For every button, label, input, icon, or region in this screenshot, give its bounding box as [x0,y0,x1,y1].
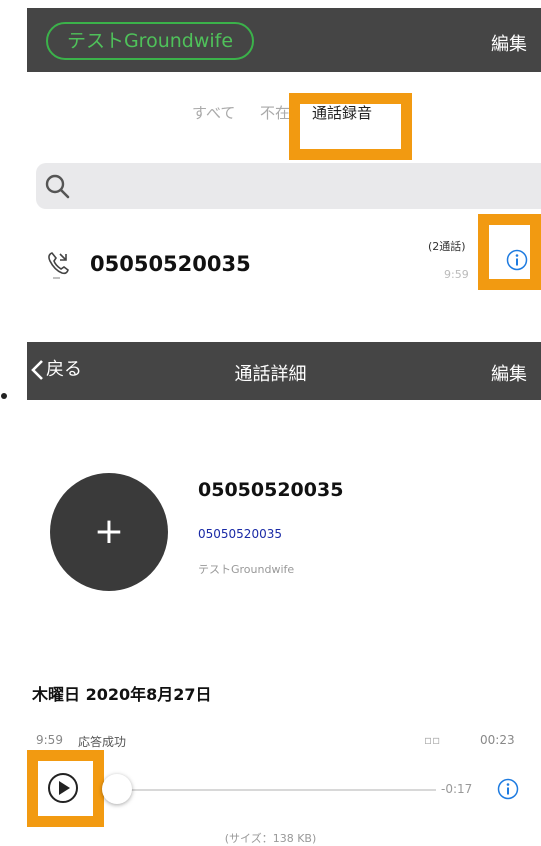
phone-icon [48,252,69,279]
file-size: (サイズ：138 KB) [224,832,317,845]
call-number: 05050520035 [90,252,251,276]
plus-icon: + [93,511,125,552]
call-count: (2通話) [428,240,466,253]
tab-all[interactable]: すべて [192,102,235,123]
tab-missed[interactable]: 不在 [260,102,290,123]
recording-marker: ▫▫ [424,733,441,747]
recording-duration: 00:23 [480,733,515,747]
playback-slider-track[interactable] [118,789,436,791]
search-icon [45,174,70,199]
call-time: 9:59 [444,268,469,281]
contact-number-link[interactable]: 05050520035 [198,527,282,541]
edit-button-detail[interactable]: 編集 [491,360,527,386]
arrow-marker-icon [1,393,7,399]
date-heading: 木曜日 2020年8月27日 [32,685,212,704]
page-title: 通話詳細 [234,364,307,385]
search-input[interactable] [36,163,541,209]
contact-organization: テストGroundwife [198,563,295,576]
filter-tabs: すべて 不在 通話録音 [0,100,541,130]
play-icon [59,781,70,795]
info-icon[interactable] [506,249,528,271]
contact-name: 05050520035 [198,479,344,501]
tenant-selector[interactable]: テストGroundwife [46,22,254,60]
recording-time: 9:59 [36,733,63,747]
recording-status: 応答成功 [78,735,127,749]
playback-slider-knob[interactable] [102,774,132,804]
edit-button[interactable]: 編集 [491,30,527,56]
remaining-time: -0:17 [441,782,473,796]
highlight-box-recorded-tab [289,93,412,160]
info-icon[interactable] [497,778,519,800]
